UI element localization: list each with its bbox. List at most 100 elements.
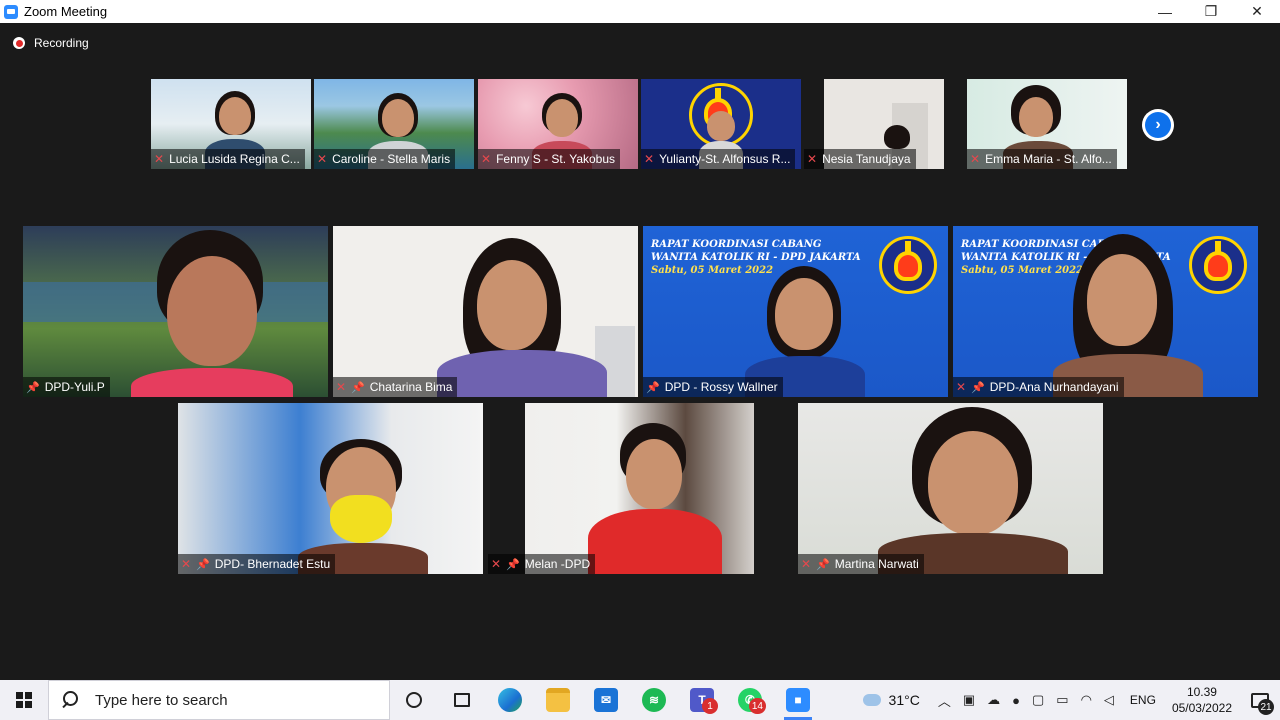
mic-muted-icon: ✕ xyxy=(801,557,812,571)
mic-muted-icon: ✕ xyxy=(644,152,655,166)
participant-name: Fenny S - St. Yakobus xyxy=(496,152,616,166)
mic-muted-icon: ✕ xyxy=(317,152,328,166)
pin-icon: 📌 xyxy=(196,558,210,571)
window-title: Zoom Meeting xyxy=(24,4,108,19)
taskbar-search-box[interactable]: Type here to search xyxy=(48,680,390,720)
mic-muted-icon: ✕ xyxy=(154,152,165,166)
pin-icon: 📌 xyxy=(26,381,40,394)
mic-muted-icon: ✕ xyxy=(181,557,192,571)
edge-button[interactable] xyxy=(486,680,534,720)
banner-line-2: WANITA KATOLIK RI - DPD JAKARTA xyxy=(651,252,861,263)
pin-icon: 📌 xyxy=(646,381,660,394)
file-explorer-icon xyxy=(546,688,570,712)
pin-icon: 📌 xyxy=(971,381,985,394)
multitasking-icon xyxy=(454,693,470,707)
task-view-icon xyxy=(406,692,422,708)
participant-name: Martina Narwati xyxy=(834,557,919,571)
edge-icon xyxy=(498,688,522,712)
participant-name: Lucia Lusida Regina C... xyxy=(169,152,300,166)
system-tray: 31°C ︿ ▣ ☁ ● ▢ ▭ ◠ ◁ ENG 10.39 05/03/202… xyxy=(862,680,1280,720)
thumbnail-tile[interactable]: ✕ Nesia Tanudjaya xyxy=(804,79,964,169)
teams-badge: 1 xyxy=(702,698,718,714)
whatsapp-badge: 14 xyxy=(748,698,766,714)
participant-name: DPD-Ana Nurhandayani xyxy=(989,380,1119,394)
multitasking-button[interactable] xyxy=(438,680,486,720)
weather-temp: 31°C xyxy=(888,692,920,708)
search-placeholder: Type here to search xyxy=(95,691,228,709)
microphone-icon[interactable]: ● xyxy=(1012,693,1020,708)
mic-muted-icon: ✕ xyxy=(336,380,347,394)
video-tile[interactable]: ✕ 📌 Chatarina Bima xyxy=(333,226,638,397)
video-tile[interactable]: 📌 DPD-Yuli.P xyxy=(23,226,328,397)
thumbnail-tile[interactable]: ✕ Yulianty-St. Alfonsus R... xyxy=(641,79,801,169)
thumbnail-tile[interactable]: ✕ Fenny S - St. Yakobus xyxy=(478,79,638,169)
meeting-stage: Recording ✕ Lucia Lusida Regina C... ✕ Car… xyxy=(0,23,1280,680)
organization-logo xyxy=(879,236,937,294)
pin-icon: 📌 xyxy=(351,381,365,394)
mail-button[interactable]: ✉ xyxy=(582,680,630,720)
close-button[interactable]: ✕ xyxy=(1234,0,1280,23)
weather-widget[interactable]: 31°C xyxy=(862,692,920,708)
notification-count: 21 xyxy=(1258,699,1274,715)
battery-icon[interactable]: ▭ xyxy=(1056,692,1068,708)
thumbnail-tile[interactable]: ✕ Lucia Lusida Regina C... xyxy=(151,79,311,169)
spotify-icon: ≋ xyxy=(642,688,666,712)
language-indicator[interactable]: ENG xyxy=(1130,693,1156,707)
volume-icon[interactable]: ◁ xyxy=(1104,692,1114,708)
zoom-button[interactable]: ■ xyxy=(774,680,822,720)
video-tile[interactable]: ✕ 📌 Martina Narwati xyxy=(798,403,1103,574)
camera-icon[interactable]: ▢ xyxy=(1032,692,1044,708)
clock-time: 10.39 xyxy=(1186,685,1217,699)
window-titlebar: Zoom Meeting — ❐ ✕ xyxy=(0,0,1280,23)
clock-date: 05/03/2022 xyxy=(1171,701,1232,715)
recording-indicator[interactable]: Recording xyxy=(13,36,89,50)
mic-muted-icon: ✕ xyxy=(481,152,492,166)
mic-muted-icon: ✕ xyxy=(807,152,818,166)
next-page-button[interactable]: › xyxy=(1142,109,1174,141)
participant-name: Emma Maria - St. Alfo... xyxy=(985,152,1112,166)
mail-icon: ✉ xyxy=(594,688,618,712)
teams-button[interactable]: T1 xyxy=(678,680,726,720)
chevron-right-icon: › xyxy=(1145,112,1171,138)
video-tile[interactable]: ✕ 📌 DPD- Bhernadet Estu xyxy=(178,403,483,574)
participant-name: Caroline - Stella Maris xyxy=(332,152,451,166)
file-explorer-button[interactable] xyxy=(534,680,582,720)
banner-line-1: RAPAT KOORDINASI CABANG xyxy=(651,239,822,250)
recording-label: Recording xyxy=(34,36,89,50)
wifi-icon[interactable]: ◠ xyxy=(1081,692,1092,708)
zoom-icon: ■ xyxy=(786,688,810,712)
participant-name: Yulianty-St. Alfonsus R... xyxy=(659,152,791,166)
thumbnail-tile[interactable]: ✕ Caroline - Stella Maris xyxy=(314,79,474,169)
participant-name: Nesia Tanudjaya xyxy=(822,152,911,166)
participant-name: Melan -DPD xyxy=(524,557,591,571)
record-icon xyxy=(13,37,25,49)
clock[interactable]: 10.39 05/03/2022 xyxy=(1172,684,1232,716)
video-tile[interactable]: RAPAT KOORDINASI CABANG WANITA KATOLIK R… xyxy=(643,226,948,397)
mic-muted-icon: ✕ xyxy=(956,380,967,394)
notification-center-button[interactable]: 21 xyxy=(1240,680,1280,720)
pin-icon: 📌 xyxy=(816,558,830,571)
thumbnail-tile[interactable]: ✕ Emma Maria - St. Alfo... xyxy=(967,79,1127,169)
onedrive-icon[interactable]: ☁ xyxy=(987,692,1000,708)
weather-icon xyxy=(862,694,881,706)
windows-logo-icon xyxy=(16,692,32,708)
participant-name: DPD - Rossy Wallner xyxy=(664,380,778,394)
pin-icon: 📌 xyxy=(506,558,520,571)
video-tile[interactable]: RAPAT KOORDINASI CABANG WANITA KATOLIK R… xyxy=(953,226,1258,397)
start-button[interactable] xyxy=(0,680,48,720)
windows-taskbar: Type here to search ✉ ≋ T1 ✆14 ■ 31°C ︿ … xyxy=(0,680,1280,720)
spotify-button[interactable]: ≋ xyxy=(630,680,678,720)
chevron-up-icon[interactable]: ︿ xyxy=(938,691,951,710)
restore-button[interactable]: ❐ xyxy=(1188,0,1234,23)
task-view-button[interactable] xyxy=(390,680,438,720)
mic-muted-icon: ✕ xyxy=(970,152,981,166)
organization-logo xyxy=(1189,236,1247,294)
video-tile[interactable]: ✕ 📌 Melan -DPD xyxy=(488,403,793,574)
participant-name: DPD- Bhernadet Estu xyxy=(214,557,331,571)
mic-muted-icon: ✕ xyxy=(491,557,502,571)
meet-now-icon[interactable]: ▣ xyxy=(963,692,975,708)
search-icon xyxy=(61,690,81,710)
minimize-button[interactable]: — xyxy=(1142,0,1188,23)
whatsapp-button[interactable]: ✆14 xyxy=(726,680,774,720)
participant-name: DPD-Yuli.P xyxy=(44,380,105,394)
